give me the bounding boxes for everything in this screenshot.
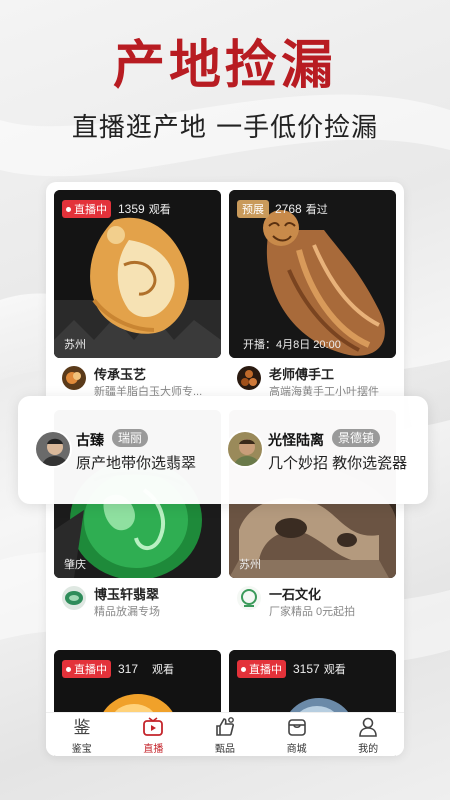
- tab-label: 甄品: [214, 744, 235, 755]
- tab-label: 我的: [358, 744, 379, 755]
- shop-avatar: [62, 586, 86, 610]
- featured-host[interactable]: 古臻 瑞丽 原产地带你选翡翠: [34, 426, 234, 476]
- svg-text:鉴: 鉴: [73, 718, 90, 738]
- user-icon: [357, 716, 379, 738]
- card-thumbnail: 直播中 1359 观看 苏州: [54, 190, 221, 358]
- shop-avatar: [62, 366, 86, 390]
- host-desc: 几个妙招 教你选瓷器: [268, 455, 408, 472]
- host-location-tag: 瑞丽: [112, 429, 149, 447]
- host-avatar: [226, 430, 264, 468]
- shop-name: 老师傅手工: [269, 367, 335, 382]
- promo-subline: 直播逛产地 一手低价捡漏: [71, 113, 379, 143]
- live-badge: 直播中: [62, 660, 111, 678]
- shop-desc: 精品放漏专场: [94, 606, 160, 618]
- shop-icon: [286, 716, 308, 738]
- host-desc: 原产地带你选翡翠: [76, 455, 197, 472]
- tab-label: 直播: [143, 744, 164, 755]
- shop-name: 传承玉艺: [94, 367, 147, 382]
- card-thumbnail: 预展 2768 看过 开播：4月8日 20:00: [229, 190, 396, 358]
- view-count: 2768 看过: [275, 202, 328, 216]
- host-name: 光怪陆离: [268, 432, 324, 448]
- host-location-tag: 景德镇: [332, 429, 381, 447]
- view-count: 317 观看: [118, 662, 175, 676]
- appraise-icon: 鉴: [71, 716, 93, 738]
- location-label: 苏州: [239, 559, 261, 571]
- promo-headline: 产地捡漏: [112, 35, 337, 96]
- start-time: 开播：4月8日 20:00: [243, 339, 341, 351]
- host-name: 古臻: [76, 432, 104, 448]
- view-count: 1359 观看: [118, 202, 171, 216]
- shop-desc: 厂家精品 0元起拍: [269, 606, 356, 618]
- tab-curated[interactable]: 甄品: [189, 713, 261, 756]
- tv-play-icon: [142, 716, 164, 738]
- tab-appraise[interactable]: 鉴 鉴宝: [46, 713, 118, 756]
- bottom-tab-bar: 鉴 鉴宝 直播 甄品 商城 我的: [46, 712, 404, 756]
- featured-host[interactable]: 光怪陆离 景德镇 几个妙招 教你选瓷器: [226, 426, 426, 476]
- shop-name: 博玉轩翡翠: [94, 587, 160, 602]
- location-label: 苏州: [64, 339, 86, 351]
- shop-avatar: [237, 586, 261, 610]
- shop-avatar: [237, 366, 261, 390]
- tab-label: 鉴宝: [71, 744, 92, 755]
- tab-label: 商城: [286, 744, 307, 755]
- tab-mall[interactable]: 商城: [261, 713, 333, 756]
- featured-hosts-card: 古臻 瑞丽 原产地带你选翡翠 光怪陆离 景德镇 几个妙招 教你选瓷器: [18, 396, 428, 504]
- live-badge: 直播中: [237, 660, 286, 678]
- shop-name: 一石文化: [269, 587, 322, 602]
- view-count: 3157 观看: [293, 662, 346, 676]
- location-label: 肇庆: [64, 559, 86, 571]
- tab-mine[interactable]: 我的: [332, 713, 404, 756]
- tab-live[interactable]: 直播: [118, 713, 190, 756]
- live-badge: 直播中: [62, 200, 111, 218]
- host-avatar: [34, 430, 72, 468]
- preview-badge: 预展: [237, 200, 269, 218]
- thumbs-up-icon: [214, 716, 236, 738]
